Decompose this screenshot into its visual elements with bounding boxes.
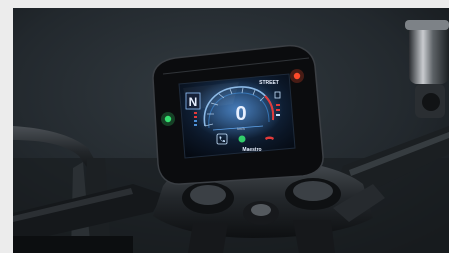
speed-unit: km/h (237, 127, 245, 131)
riding-mode: STREET (259, 80, 279, 86)
dashboard-photo: N STREET 0 km/h Maestro (13, 8, 449, 253)
speed-readout: 0 (235, 103, 246, 125)
caller-name: Maestro (242, 147, 261, 153)
call-icon (238, 135, 246, 143)
photo-frame: N STREET 0 km/h Maestro (13, 8, 449, 253)
